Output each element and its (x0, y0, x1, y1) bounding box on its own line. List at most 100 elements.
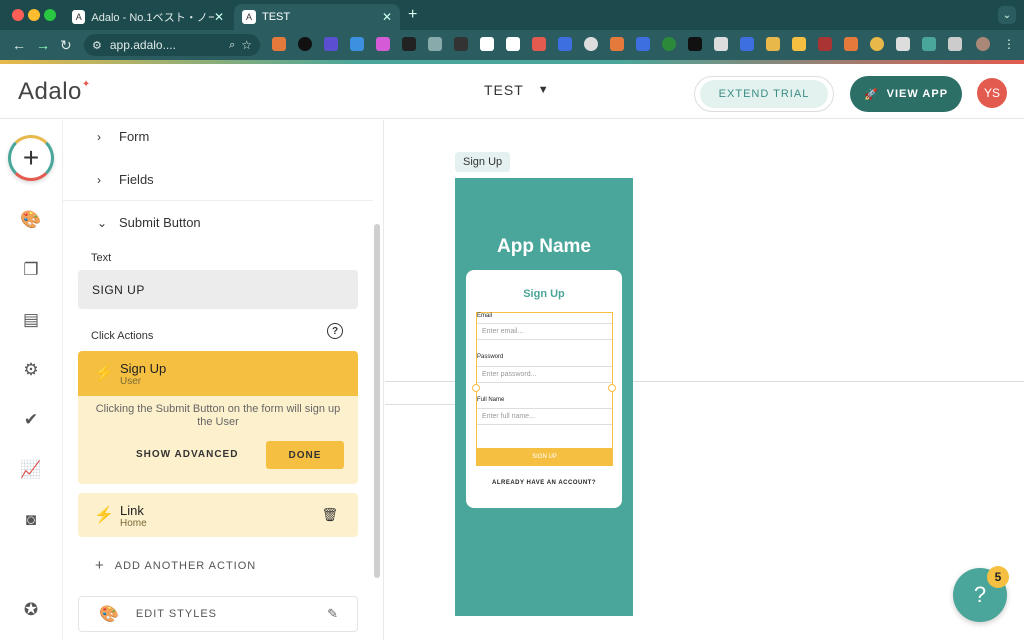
already-have-account-link[interactable]: ALREADY HAVE AN ACCOUNT? (466, 480, 622, 486)
browser-tab-test[interactable]: A TEST ✕ (234, 4, 400, 30)
close-window-button[interactable] (12, 9, 24, 21)
link-line (385, 404, 455, 405)
screen-label[interactable]: Sign Up (455, 152, 511, 172)
url-text: app.adalo.... (109, 38, 176, 52)
extension-icon[interactable] (480, 37, 494, 51)
extension-icon[interactable] (376, 37, 390, 51)
palette-icon[interactable]: 🎨 (20, 209, 42, 231)
submit-button[interactable]: SIGN UP (477, 448, 612, 466)
card-title[interactable]: Sign Up (466, 288, 622, 300)
help-icon[interactable]: ? (327, 323, 343, 339)
new-tab-button[interactable]: + (408, 6, 417, 24)
extension-icon[interactable] (792, 37, 806, 51)
trash-icon[interactable]: 🗑 (321, 507, 338, 523)
database-icon[interactable]: ▤ (20, 309, 42, 331)
resize-handle-left[interactable] (472, 384, 480, 392)
extensions-puzzle-icon[interactable] (948, 37, 962, 51)
extension-icon[interactable] (922, 37, 936, 51)
verified-badge-icon[interactable]: ✪ (20, 599, 42, 621)
view-app-button[interactable]: 🚀 VIEW APP (850, 76, 962, 112)
extension-icon[interactable] (636, 37, 650, 51)
extend-trial-button[interactable]: EXTEND TRIAL (694, 76, 834, 112)
extension-icon[interactable] (844, 37, 858, 51)
action-sign-up[interactable]: ⚡ Sign Up User (78, 351, 358, 396)
extension-icon[interactable] (350, 37, 364, 51)
extend-trial-label: EXTEND TRIAL (700, 80, 828, 108)
back-arrow-icon[interactable]: ← (12, 37, 26, 53)
avatar[interactable]: YS (977, 78, 1007, 108)
bookmark-star-icon[interactable]: ☆ (241, 38, 252, 52)
password-field[interactable]: Enter password... (477, 366, 612, 383)
maximize-window-button[interactable] (44, 9, 56, 21)
extension-icon[interactable] (506, 37, 520, 51)
tab-search-icon[interactable]: ⌄ (998, 6, 1016, 24)
show-advanced-button[interactable]: SHOW ADVANCED (136, 449, 238, 460)
extension-icon[interactable] (740, 37, 754, 51)
analytics-icon[interactable]: 📈 (20, 459, 42, 481)
adalo-icon: A (242, 10, 256, 24)
profile-icon[interactable] (976, 37, 990, 51)
action-link[interactable]: ⚡ Link Home 🗑 (78, 493, 358, 537)
section-submit-button[interactable]: ⌄ Submit Button (63, 201, 373, 244)
extension-icon[interactable] (324, 37, 338, 51)
extension-icon[interactable] (870, 37, 884, 51)
extension-icon[interactable] (532, 37, 546, 51)
forward-arrow-icon[interactable]: → (36, 37, 50, 53)
extension-icon[interactable] (818, 37, 832, 51)
action-subtitle: User (120, 376, 142, 387)
extension-icon[interactable] (298, 37, 312, 51)
full-name-field[interactable]: Enter full name... (477, 408, 612, 425)
action-description: Clicking the Submit Button on the form w… (95, 403, 341, 428)
properties-panel: › Form › Fields ⌄ Submit Button Text SIG… (63, 120, 384, 640)
screens-icon[interactable]: ❐ (20, 259, 42, 281)
done-button[interactable]: DONE (266, 441, 344, 469)
extension-icon[interactable] (896, 37, 910, 51)
extension-icon[interactable] (428, 37, 442, 51)
section-label: Fields (119, 172, 154, 187)
app-switcher[interactable]: TEST ▼ (484, 82, 550, 98)
extension-icon[interactable] (688, 37, 702, 51)
button-text-input[interactable]: SIGN UP (78, 270, 358, 309)
app-title-text[interactable]: App Name (455, 236, 633, 258)
extension-icon[interactable] (558, 37, 572, 51)
section-fields[interactable]: › Fields (63, 158, 373, 201)
extension-icon[interactable] (714, 37, 728, 51)
address-bar[interactable]: ⚙ app.adalo.... ⌕ ☆ (84, 34, 260, 56)
left-tool-rail: + 🎨 ❐ ▤ ⚙ ✔ 📈 ◙ ✪ (0, 120, 63, 640)
builder-canvas[interactable]: Sign Up App Name Sign Up Email Enter ema… (385, 120, 1024, 640)
reload-icon[interactable]: ↻ (60, 37, 72, 54)
signup-screen[interactable]: App Name Sign Up Email Enter email... Pa… (455, 178, 633, 616)
extension-icon[interactable] (402, 37, 416, 51)
app-name: TEST (484, 82, 524, 98)
close-tab-icon[interactable]: ✕ (214, 10, 224, 24)
extension-icon[interactable] (584, 37, 598, 51)
menu-dots-icon[interactable]: ⋮ (1002, 37, 1016, 51)
logo-text: Adalo (18, 78, 82, 105)
signup-form[interactable]: Email Enter email... Password Enter pass… (472, 312, 616, 466)
add-component-button[interactable]: + (8, 135, 54, 181)
edit-styles-button[interactable]: 🎨 EDIT STYLES ✎ (78, 596, 358, 632)
notification-badge: 5 (987, 566, 1009, 588)
add-another-action-button[interactable]: + ADD ANOTHER ACTION (95, 557, 256, 574)
extension-icon[interactable] (272, 37, 286, 51)
zoom-icon[interactable]: ⌕ (229, 39, 235, 52)
browser-tab-bar: A Adalo - No.1ベスト・ノーコード ✕ A TEST ✕ + ⌄ (0, 0, 1024, 30)
close-tab-icon[interactable]: ✕ (382, 10, 392, 24)
extension-icon[interactable] (454, 37, 468, 51)
site-settings-icon[interactable]: ⚙ (92, 39, 102, 52)
resize-handle-right[interactable] (608, 384, 616, 392)
marketplace-icon[interactable]: ◙ (20, 509, 42, 531)
section-form[interactable]: › Form (63, 120, 373, 158)
browser-tab-adalo[interactable]: A Adalo - No.1ベスト・ノーコード ✕ (64, 4, 232, 30)
extension-icon[interactable] (662, 37, 676, 51)
adalo-logo[interactable]: Adalo✦ (18, 78, 91, 106)
email-field[interactable]: Enter email... (477, 323, 612, 340)
panel-scrollbar[interactable] (374, 224, 380, 578)
minimize-window-button[interactable] (28, 9, 40, 21)
action-details: Clicking the Submit Button on the form w… (78, 396, 358, 484)
gear-icon[interactable]: ⚙ (20, 359, 42, 381)
publish-check-icon[interactable]: ✔ (20, 409, 42, 431)
extension-icon[interactable] (766, 37, 780, 51)
extension-icon[interactable] (610, 37, 624, 51)
signup-card[interactable]: Sign Up Email Enter email... Password En… (466, 270, 622, 508)
